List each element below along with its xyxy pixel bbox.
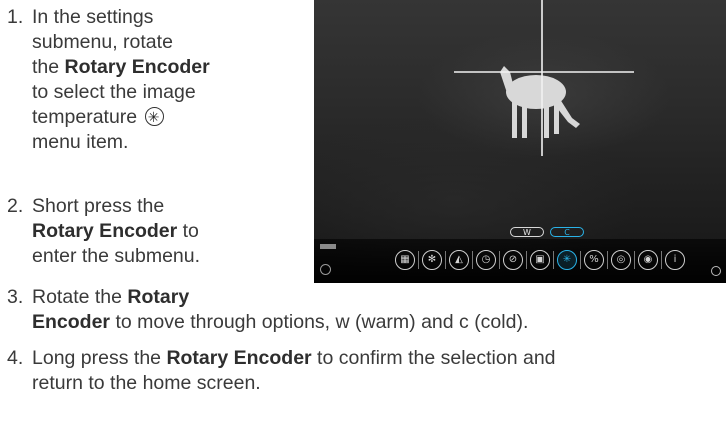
bold-term: Rotary Encoder <box>32 220 178 242</box>
step-line: In the settings <box>32 5 210 30</box>
step-text: Short press the Rotary Encoder to enter th… <box>32 194 200 269</box>
toggle-warm[interactable]: W <box>510 227 544 237</box>
bold-term: Rotary Encoder <box>64 56 210 78</box>
clock-icon[interactable]: ◷ <box>476 250 496 270</box>
menu-icons: ▦ ✻ ◭ ◷ ⊘ ▣ ✳% ◎ ◉ i <box>392 248 688 272</box>
device-screen: W C ▦ ✻ ◭ ◷ ⊘ ▣ ✳% ◎ ◉ i <box>314 0 726 283</box>
step-number: 1. <box>7 6 24 28</box>
toggle-cold[interactable]: C <box>550 227 584 237</box>
text-segment: temperature <box>32 106 143 128</box>
menu-separator <box>661 251 662 269</box>
text-segment: to confirm the selection and <box>311 347 556 369</box>
text-segment: Long press the <box>32 347 167 369</box>
step-3: 3. Rotate the Rotary Encoder to move thro… <box>7 285 722 340</box>
snowflake-icon[interactable]: ✳ <box>557 250 577 270</box>
text-segment: menu item. <box>32 131 129 153</box>
menu-separator <box>607 251 608 269</box>
step-1: 1. In the settings submenu, rotate the Rot… <box>7 5 297 157</box>
bluetooth-icon[interactable]: ✻ <box>422 250 442 270</box>
menu-separator <box>580 251 581 269</box>
grid-icon[interactable]: ▦ <box>395 250 415 270</box>
deer-silhouette <box>500 66 580 138</box>
step-2: 2. Short press the Rotary Encoder to enter… <box>7 194 297 274</box>
bold-term: Encoder <box>32 311 111 333</box>
text-segment: submenu, rotate <box>32 31 173 53</box>
step-line: Short press the <box>32 194 200 219</box>
info-icon[interactable]: i <box>665 250 685 270</box>
percent-icon[interactable]: % <box>584 250 604 270</box>
text-segment: In the settings <box>32 6 154 28</box>
mountain-icon[interactable]: ◭ <box>449 250 469 270</box>
menu-separator <box>499 251 500 269</box>
aperture-icon[interactable]: ◎ <box>611 250 631 270</box>
menu-separator <box>634 251 635 269</box>
step-line: temperature <box>32 105 210 130</box>
battery-icon <box>320 244 336 249</box>
step-line: Long press the Rotary Encoder to confirm… <box>32 346 556 371</box>
text-segment: return to the home screen. <box>32 372 261 394</box>
step-text: In the settings submenu, rotate the Rotary… <box>32 5 210 155</box>
step-line: the Rotary Encoder <box>32 55 210 80</box>
display-icon[interactable]: ▣ <box>530 250 550 270</box>
step-number: 3. <box>7 286 24 308</box>
text-segment: Short press the <box>32 195 165 217</box>
step-number: 2. <box>7 195 24 217</box>
bold-term: Rotary Encoder <box>166 347 312 369</box>
ring-icon[interactable]: ◉ <box>638 250 658 270</box>
step-line: Encoder to move through options, w (warm… <box>32 310 528 335</box>
step-line: to select the image <box>32 80 210 105</box>
text-segment: the <box>32 56 65 78</box>
text-segment: Rotate the <box>32 286 128 308</box>
menu-separator <box>418 251 419 269</box>
text-segment: to move through options, w (warm) and c … <box>110 311 529 333</box>
bold-term: Rotary <box>127 286 190 308</box>
zoom-icon <box>711 266 721 276</box>
menu-separator <box>553 251 554 269</box>
target-icon <box>320 264 331 275</box>
step-line: Rotate the Rotary <box>32 285 528 310</box>
text-segment: to <box>177 220 199 242</box>
step-number: 4. <box>7 347 24 369</box>
step-text: Long press the Rotary Encoder to confirm… <box>32 346 556 396</box>
text-segment: to select the image <box>32 81 196 103</box>
step-line: Rotary Encoder to <box>32 219 200 244</box>
step-line: return to the home screen. <box>32 371 556 396</box>
compass-icon[interactable]: ⊘ <box>503 250 523 270</box>
menu-separator <box>526 251 527 269</box>
text-segment: enter the submenu. <box>32 245 201 267</box>
step-line: submenu, rotate <box>32 30 210 55</box>
menu-separator <box>445 251 446 269</box>
step-line: enter the submenu. <box>32 244 200 269</box>
step-line: menu item. <box>32 130 210 155</box>
step-text: Rotate the Rotary Encoder to move through… <box>32 285 528 335</box>
snowflake-icon <box>144 105 164 130</box>
menu-separator <box>472 251 473 269</box>
step-4: 4. Long press the Rotary Encoder to conf… <box>7 346 722 401</box>
